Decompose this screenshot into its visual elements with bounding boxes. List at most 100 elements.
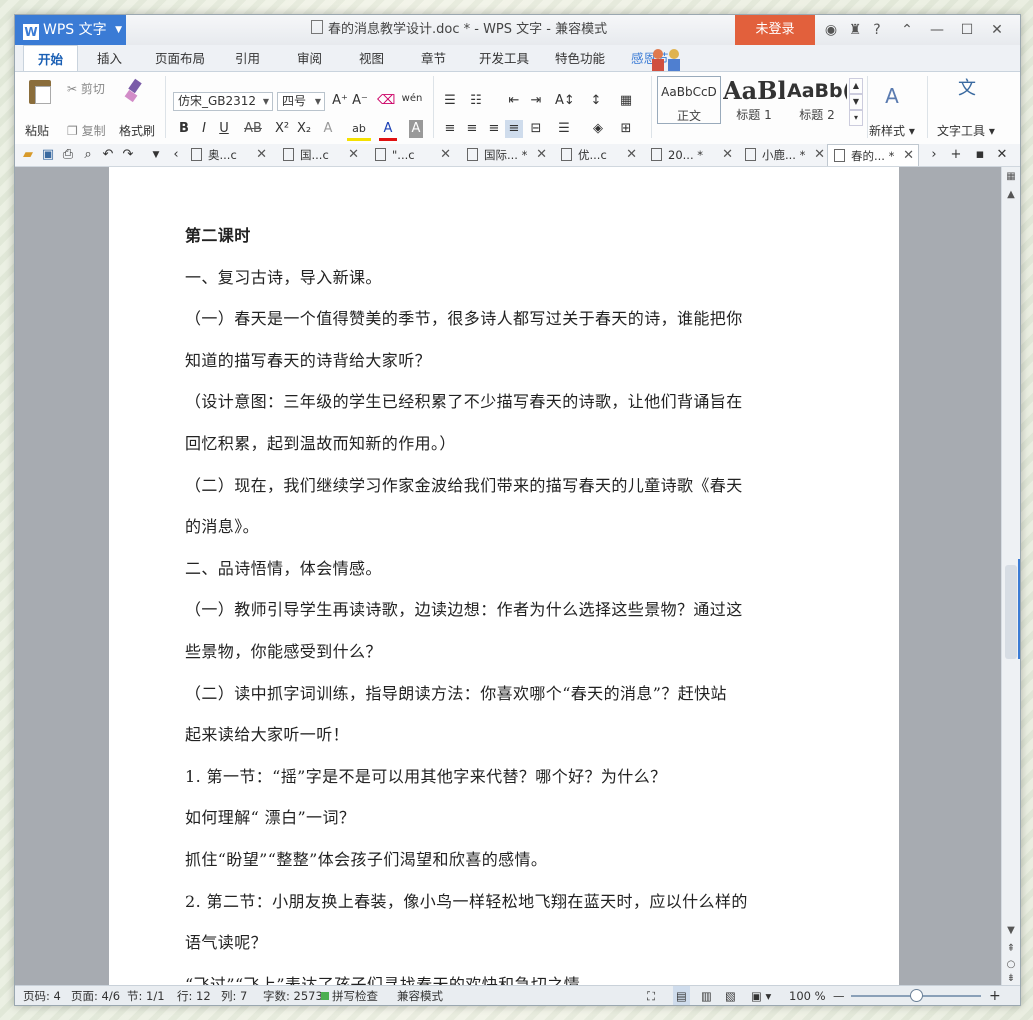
distributed-icon[interactable]: ⊟ <box>527 120 545 138</box>
tab-special-features[interactable]: 特色功能 <box>555 45 605 71</box>
previous-page-icon[interactable]: ⇞ <box>1004 943 1018 954</box>
clear-format-icon[interactable]: ⌫ <box>377 92 395 110</box>
spell-check-toggle[interactable]: 拼写检查 <box>321 986 378 1005</box>
style-heading-1[interactable]: AaBl 标题 1 <box>723 76 785 124</box>
document-canvas[interactable]: 第二课时 一、复习古诗，导入新课。 （一）春天是一个值得赞美的季节，很多诗人都写… <box>15 167 1001 985</box>
align-left-icon[interactable]: ≡ <box>441 120 459 138</box>
increase-indent-icon[interactable]: ⇥ <box>527 92 545 110</box>
highlight-button[interactable]: ab <box>347 120 371 141</box>
zoom-level[interactable]: 100 % <box>789 986 826 1005</box>
style-heading-2[interactable]: AaBb( 标题 2 <box>787 76 847 124</box>
help-button[interactable]: ? <box>867 15 887 45</box>
close-tab-icon[interactable]: ✕ <box>440 144 451 166</box>
numbering-icon[interactable]: ☷ <box>467 92 485 110</box>
cut-button[interactable]: ✂ 剪切 <box>67 80 105 97</box>
web-view-icon[interactable]: ▣ ▾ <box>751 986 771 1005</box>
print-preview-icon[interactable]: ⌕ <box>79 146 97 164</box>
bullets-icon[interactable]: ☰ <box>441 92 459 110</box>
styles-scroll-down[interactable]: ▼ <box>849 94 863 110</box>
status-word-count[interactable]: 字数: 2573 <box>263 986 323 1005</box>
outline-view-icon[interactable]: ▥ <box>701 986 712 1005</box>
text-tools-icon[interactable]: 文 <box>955 80 979 98</box>
tab-list-icon[interactable]: ▪ <box>971 146 989 164</box>
new-style-button[interactable]: 新样式 ▾ <box>869 122 915 139</box>
shrink-font-icon[interactable]: A⁻ <box>351 92 369 110</box>
borders-icon[interactable]: ⊞ <box>617 120 635 138</box>
text-effect-icon[interactable]: A <box>319 120 337 138</box>
decrease-indent-icon[interactable]: ⇤ <box>505 92 523 110</box>
close-tab-icon[interactable]: ✕ <box>256 144 267 166</box>
tabs-scroll-left[interactable]: ‹ <box>167 146 185 164</box>
print-icon[interactable]: ⎙ <box>59 146 77 164</box>
undo-icon[interactable]: ↶ <box>99 146 117 164</box>
font-size-select[interactable]: 四号 ▼ <box>277 92 325 111</box>
justify-icon[interactable]: ≡ <box>505 120 523 138</box>
underline-button[interactable]: U <box>215 120 233 138</box>
table-grid-icon[interactable]: ▦ <box>617 92 635 110</box>
format-painter-icon[interactable] <box>125 80 145 102</box>
next-page-icon[interactable]: ⇟ <box>1004 973 1018 984</box>
change-case-icon[interactable]: A↕ <box>555 92 575 110</box>
format-painter-button[interactable]: 格式刷 <box>119 122 155 139</box>
tab-developer[interactable]: 开发工具 <box>479 45 529 71</box>
document-page[interactable]: 第二课时 一、复习古诗，导入新课。 （一）春天是一个值得赞美的季节，很多诗人都写… <box>109 167 899 985</box>
bold-button[interactable]: B <box>175 120 193 138</box>
close-all-icon[interactable]: ✕ <box>993 146 1011 164</box>
paste-icon[interactable] <box>29 80 51 104</box>
doc-tab[interactable]: 奥...c ✕ <box>191 144 267 166</box>
superscript-button[interactable]: X² <box>271 120 293 138</box>
page-view-icon[interactable]: ▤ <box>673 986 690 1005</box>
sort-icon[interactable]: ↕ <box>587 92 605 110</box>
doc-tab[interactable]: 国...c ✕ <box>283 144 359 166</box>
close-tab-icon[interactable]: ✕ <box>903 145 914 167</box>
login-button[interactable]: 未登录 <box>735 15 815 45</box>
shading-icon[interactable]: ◈ <box>589 120 607 138</box>
subscript-button[interactable]: X₂ <box>293 120 315 138</box>
close-tab-icon[interactable]: ✕ <box>722 144 733 166</box>
doc-tab-active[interactable]: 春的... * ✕ <box>827 144 919 166</box>
open-folder-icon[interactable]: ▰ <box>19 146 37 164</box>
tab-review[interactable]: 审阅 <box>297 45 322 71</box>
close-tab-icon[interactable]: ✕ <box>536 144 547 166</box>
tab-page-layout[interactable]: 页面布局 <box>155 45 205 71</box>
zoom-in-button[interactable]: + <box>989 986 1001 1005</box>
line-spacing-icon[interactable]: ☰ <box>555 120 573 138</box>
quick-access-dropdown[interactable]: ▼ <box>147 146 165 164</box>
save-icon[interactable]: ▣ <box>39 146 57 164</box>
close-button[interactable]: ✕ <box>987 15 1007 45</box>
close-tab-icon[interactable]: ✕ <box>348 144 359 166</box>
zoom-out-button[interactable]: — <box>833 986 845 1005</box>
font-color-button[interactable]: A <box>379 120 397 141</box>
copy-button[interactable]: ❐ 复制 <box>67 122 106 139</box>
doc-tab[interactable]: 优...c ✕ <box>561 144 637 166</box>
reading-view-icon[interactable]: ▧ <box>725 986 736 1005</box>
tab-insert[interactable]: 插入 <box>97 45 122 71</box>
maximize-button[interactable]: ☐ <box>957 15 977 45</box>
strikethrough-button[interactable]: AB <box>241 120 265 138</box>
shirt-icon[interactable]: ♜ <box>845 15 865 45</box>
styles-scroll-up[interactable]: ▲ <box>849 78 863 94</box>
styles-more[interactable]: ▾ <box>849 110 863 126</box>
tab-home[interactable]: 开始 <box>23 45 79 71</box>
align-right-icon[interactable]: ≡ <box>485 120 503 138</box>
text-tools-button[interactable]: 文字工具 ▾ <box>937 122 995 139</box>
doc-tab[interactable]: 国际... * ✕ <box>467 144 547 166</box>
select-browse-object-icon[interactable]: ○ <box>1004 959 1018 970</box>
tab-chapter[interactable]: 章节 <box>421 45 446 71</box>
scroll-down-arrow[interactable]: ▼ <box>1004 925 1018 936</box>
doc-tab[interactable]: "...c ✕ <box>375 144 451 166</box>
italic-button[interactable]: I <box>195 120 213 138</box>
char-shading-button[interactable]: A <box>409 120 423 138</box>
collapse-ribbon-icon[interactable]: ⌃ <box>897 15 917 45</box>
grow-font-icon[interactable]: A⁺ <box>331 92 349 110</box>
fullscreen-view-icon[interactable]: ⛶ <box>647 986 655 1005</box>
close-tab-icon[interactable]: ✕ <box>626 144 637 166</box>
tabs-scroll-right[interactable]: › <box>925 146 943 164</box>
scroll-up-arrow[interactable]: ▲ <box>1004 189 1018 200</box>
doc-tab[interactable]: 20... * ✕ <box>651 144 733 166</box>
align-center-icon[interactable]: ≡ <box>463 120 481 138</box>
ruler-toggle-icon[interactable]: ▦ <box>1004 171 1018 182</box>
style-normal[interactable]: AaBbCcD 正文 <box>657 76 721 124</box>
tab-references[interactable]: 引用 <box>235 45 260 71</box>
new-style-icon[interactable]: A <box>877 82 907 110</box>
